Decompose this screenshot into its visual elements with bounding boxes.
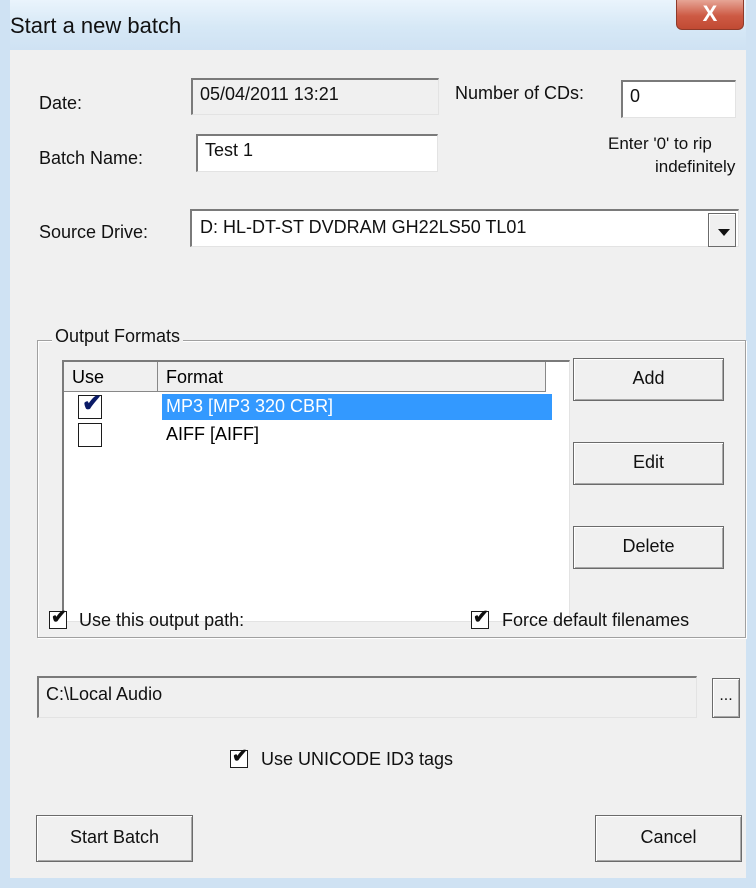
start-batch-dialog: Start a new batch X Date: 05/04/2011 13:… — [0, 0, 756, 888]
dialog-client-area: Date: 05/04/2011 13:21 Number of CDs: 0 … — [10, 50, 746, 878]
checkmark-icon: ✔ — [473, 607, 489, 628]
chevron-down-icon[interactable] — [708, 213, 736, 247]
close-button[interactable]: X — [676, 0, 744, 30]
browse-button[interactable]: ... — [712, 678, 740, 718]
window-title: Start a new batch — [10, 13, 182, 38]
number-of-cds-label: Number of CDs: — [455, 83, 585, 103]
date-label: Date: — [39, 93, 83, 113]
window-frame-bottom — [0, 878, 756, 888]
source-drive-label: Source Drive: — [39, 222, 149, 242]
format-name: MP3 [MP3 320 CBR] — [162, 394, 552, 420]
format-use-checkbox[interactable] — [78, 423, 102, 447]
cancel-button[interactable]: Cancel — [595, 815, 742, 862]
window-frame-left — [0, 0, 10, 888]
start-batch-button[interactable]: Start Batch — [36, 815, 193, 862]
number-of-cds-field[interactable]: 0 — [621, 80, 736, 118]
date-field[interactable]: 05/04/2011 13:21 — [191, 78, 439, 115]
format-name: AIFF [AIFF] — [166, 424, 259, 444]
force-default-filenames-label[interactable]: Force default filenames — [502, 610, 689, 631]
source-drive-select[interactable]: D: HL-DT-ST DVDRAM GH22LS50 TL01 — [190, 209, 739, 247]
cds-hint-line2: indefinitely — [655, 157, 736, 176]
window-frame-right — [746, 0, 756, 888]
batch-name-field[interactable]: Test 1 — [196, 134, 438, 172]
add-format-button[interactable]: Add — [573, 358, 724, 401]
use-output-path-label[interactable]: Use this output path: — [79, 610, 244, 631]
use-output-path-checkbox[interactable]: ✔ — [49, 607, 67, 629]
format-use-checkbox[interactable]: ✔ — [78, 390, 102, 419]
unicode-id3-checkbox[interactable]: ✔ — [230, 746, 248, 768]
checkmark-icon: ✔ — [232, 746, 248, 767]
output-path-field[interactable]: C:\Local Audio — [37, 676, 697, 718]
edit-format-button[interactable]: Edit — [573, 442, 724, 485]
output-formats-legend: Output Formats — [52, 326, 184, 347]
force-default-filenames-checkbox[interactable]: ✔ — [471, 607, 489, 629]
batch-name-label: Batch Name: — [39, 148, 144, 168]
source-drive-value: D: HL-DT-ST DVDRAM GH22LS50 TL01 — [200, 217, 527, 237]
list-item[interactable]: AIFF [AIFF] — [64, 422, 568, 448]
checkmark-icon: ✔ — [82, 390, 103, 417]
delete-format-button[interactable]: Delete — [573, 526, 724, 569]
column-header-use[interactable]: Use — [64, 362, 158, 392]
unicode-id3-label[interactable]: Use UNICODE ID3 tags — [261, 749, 453, 770]
column-header-format[interactable]: Format — [158, 362, 546, 392]
output-formats-list[interactable]: Use Format ✔ MP3 [MP3 320 CBR] AIFF [AIF… — [62, 360, 570, 622]
list-item[interactable]: ✔ MP3 [MP3 320 CBR] — [64, 390, 568, 420]
checkmark-icon: ✔ — [51, 607, 67, 628]
cds-hint-line1: Enter '0' to rip — [608, 134, 712, 153]
